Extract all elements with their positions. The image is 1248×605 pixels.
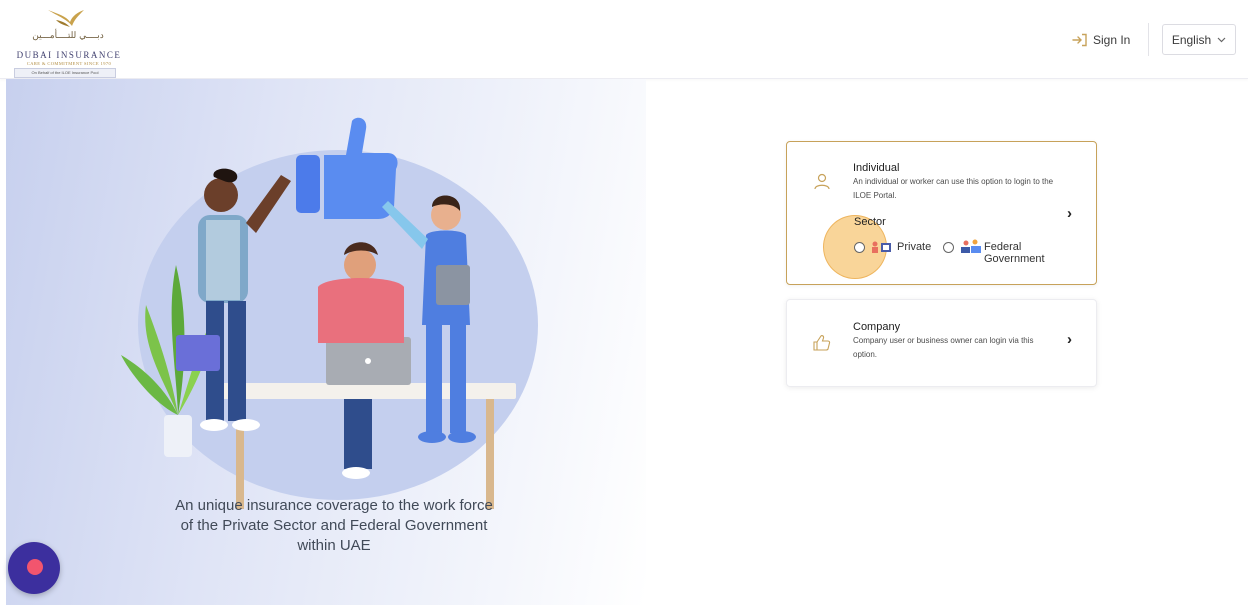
individual-description: An individual or worker can use this opt… <box>853 177 1054 200</box>
private-sector-icon <box>872 241 891 253</box>
falcon-logo-icon <box>48 10 84 27</box>
federal-government-icon <box>961 239 981 253</box>
sign-in-icon <box>1072 33 1087 47</box>
sign-in-label: Sign In <box>1093 33 1131 47</box>
chat-dot-icon <box>27 559 43 575</box>
user-icon <box>814 173 830 190</box>
hero-tagline: An unique insurance coverage to the work… <box>175 497 493 554</box>
language-select[interactable]: English <box>1162 24 1236 55</box>
chevron-right-icon[interactable]: › <box>1067 331 1072 348</box>
private-radio[interactable] <box>854 242 865 253</box>
federal-government-option-label[interactable]: Federal Government <box>984 241 1054 265</box>
team-illustration <box>121 117 538 509</box>
language-label: English <box>1171 32 1212 47</box>
logo-english-text: DUBAI INSURANCE <box>16 50 122 60</box>
federal-government-radio[interactable] <box>943 242 954 253</box>
company-description: Company user or business owner can login… <box>853 336 1034 359</box>
logo-badge: On Behalf of the ILOE Insurance Pool <box>14 68 116 78</box>
thumbs-up-icon <box>813 335 831 351</box>
top-bar: دبــــي للتــــأمـــين DUBAI INSURANCE C… <box>0 0 1248 79</box>
private-option-label[interactable]: Private <box>897 241 931 253</box>
thumbs-up-illustration <box>296 117 398 219</box>
company-title: Company <box>853 321 901 333</box>
company-login-card[interactable]: Company Company user or business owner c… <box>786 299 1097 387</box>
chevron-down-icon <box>1217 37 1226 42</box>
dubai-insurance-logo[interactable]: دبــــي للتــــأمـــين DUBAI INSURANCE C… <box>6 6 126 78</box>
header-divider <box>1148 23 1149 56</box>
hero-panel: An unique insurance coverage to the work… <box>6 79 646 605</box>
individual-title: Individual <box>853 162 900 174</box>
chevron-right-icon[interactable]: › <box>1067 205 1072 222</box>
sign-in-link[interactable]: Sign In <box>1072 28 1130 52</box>
logo-arabic-text: دبــــي للتــــأمـــين <box>32 31 104 41</box>
logo-tagline: CARE & COMMITMENT SINCE 1970 <box>26 61 112 66</box>
individual-login-card[interactable]: Individual An individual or worker can u… <box>786 141 1097 285</box>
sector-label: Sector <box>854 216 886 228</box>
chat-button[interactable] <box>8 542 60 594</box>
